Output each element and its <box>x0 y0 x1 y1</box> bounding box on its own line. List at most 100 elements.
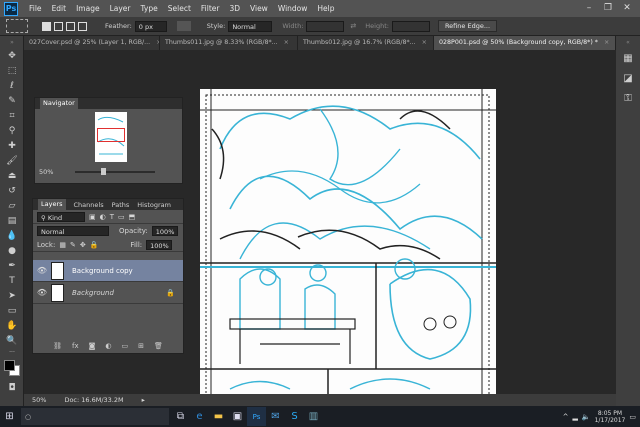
task-view-icon[interactable]: ⧉ <box>171 407 190 426</box>
new-layer-icon[interactable]: ⊞ <box>138 342 144 353</box>
adjustment-filter-icon[interactable]: ◐ <box>100 213 106 221</box>
layer-style-icon[interactable]: fx <box>72 342 79 353</box>
menu-3d[interactable]: 3D <box>224 4 245 13</box>
menu-window[interactable]: Window <box>273 4 313 13</box>
tab-thumbs011[interactable]: Thumbs011.jpg @ 8.33% (RGB/8*... × <box>160 36 298 50</box>
navigator-zoom-slider[interactable] <box>75 168 155 175</box>
dock-collapse-icon[interactable]: « <box>616 36 640 48</box>
refine-edge-button[interactable]: Refine Edge... <box>437 20 498 32</box>
new-group-icon[interactable]: ▭ <box>122 342 129 353</box>
subtract-selection-icon[interactable] <box>66 21 75 31</box>
lock-position-icon[interactable]: ✥ <box>80 241 86 249</box>
menu-file[interactable]: File <box>24 4 47 13</box>
tab-channels[interactable]: Channels <box>74 201 104 209</box>
type-filter-icon[interactable]: T <box>110 213 114 221</box>
mail-icon[interactable]: ✉ <box>266 407 285 426</box>
history-panel-icon[interactable]: ▦ <box>616 48 640 68</box>
tab-028p001[interactable]: 028P001.psd @ 50% (Background copy, RGB/… <box>434 36 616 50</box>
more-tools-icon[interactable]: ··· <box>0 348 24 356</box>
adjustments-panel-icon[interactable]: ◪ <box>616 68 640 88</box>
blend-mode-select[interactable]: Normal <box>37 226 109 236</box>
new-selection-icon[interactable] <box>42 21 51 31</box>
add-selection-icon[interactable] <box>54 21 63 31</box>
foreground-color-swatch[interactable] <box>4 360 15 371</box>
eraser-tool-icon[interactable]: ▱ <box>0 198 24 213</box>
toolbar-collapse-icon[interactable]: » <box>0 36 24 48</box>
minimize-button[interactable]: – <box>582 2 596 14</box>
visibility-eye-icon[interactable]: 👁 <box>33 288 51 297</box>
close-tab-icon[interactable]: × <box>422 36 427 50</box>
shape-filter-icon[interactable]: ▭ <box>118 213 125 221</box>
layer-name[interactable]: Background <box>72 289 114 297</box>
network-icon[interactable]: ▂ <box>573 413 578 421</box>
opacity-input[interactable]: 100% <box>151 226 178 236</box>
status-menu-icon[interactable]: ▸ <box>142 396 145 404</box>
shape-tool-icon[interactable]: ▭ <box>0 303 24 318</box>
menu-type[interactable]: Type <box>136 4 163 13</box>
notifications-icon[interactable]: ▭ <box>629 413 636 421</box>
navigator-view-box[interactable] <box>97 128 125 142</box>
color-swatches[interactable] <box>0 356 24 380</box>
tab-histogram[interactable]: Histogram <box>137 201 171 209</box>
link-layers-icon[interactable]: ⛓ <box>53 342 62 353</box>
menu-edit[interactable]: Edit <box>47 4 72 13</box>
lock-pixels-icon[interactable]: ✎ <box>70 241 76 249</box>
quick-selection-tool-icon[interactable]: ✎ <box>0 93 24 108</box>
skype-icon[interactable]: S <box>285 407 304 426</box>
lasso-tool-icon[interactable]: ℓ <box>0 78 24 93</box>
width-input[interactable] <box>306 20 345 32</box>
menu-help[interactable]: Help <box>312 4 339 13</box>
quick-mask-icon[interactable]: ◘ <box>0 380 24 395</box>
swap-icon[interactable]: ⇄ <box>350 22 356 30</box>
menu-image[interactable]: Image <box>71 4 105 13</box>
tab-layers[interactable]: Layers <box>38 199 66 210</box>
file-explorer-icon[interactable]: ▬ <box>209 407 228 426</box>
add-mask-icon[interactable]: ◙ <box>89 342 96 353</box>
delete-layer-icon[interactable]: 🗑 <box>154 342 163 353</box>
hand-tool-icon[interactable]: ✋ <box>0 318 24 333</box>
tab-thumbs012[interactable]: Thumbs012.jpg @ 16.7% (RGB/8*... × <box>298 36 434 50</box>
app-icon[interactable]: ▥ <box>304 407 323 426</box>
navigator-thumbnail[interactable] <box>95 112 127 162</box>
tray-up-arrow-icon[interactable]: ^ <box>563 413 569 421</box>
layer-row-background[interactable]: 👁 Background 🔒 <box>33 282 183 304</box>
style-select[interactable]: Normal <box>228 20 273 32</box>
clock[interactable]: 8:05 PM 1/17/2017 <box>595 410 626 424</box>
restore-button[interactable]: ❐ <box>601 2 615 14</box>
close-tab-icon[interactable]: × <box>604 36 609 50</box>
crop-tool-icon[interactable]: ⌗ <box>0 108 24 123</box>
anti-alias-checkbox[interactable] <box>176 21 191 31</box>
path-selection-tool-icon[interactable]: ➤ <box>0 288 24 303</box>
close-window-button[interactable]: ✕ <box>620 2 634 14</box>
menu-layer[interactable]: Layer <box>105 4 136 13</box>
volume-icon[interactable]: 🔈 <box>582 413 591 421</box>
visibility-eye-icon[interactable]: 👁 <box>33 266 51 275</box>
adjustment-layer-icon[interactable]: ◐ <box>105 342 111 353</box>
clone-stamp-tool-icon[interactable]: ⏏ <box>0 168 24 183</box>
lock-all-icon[interactable]: 🔒 <box>90 241 99 249</box>
menu-filter[interactable]: Filter <box>196 4 225 13</box>
navigator-tab[interactable]: Navigator <box>40 98 78 109</box>
eyedropper-tool-icon[interactable]: ⚲ <box>0 123 24 138</box>
photoshop-taskbar-icon[interactable]: Ps <box>247 407 266 426</box>
windows-start-icon[interactable]: ⊞ <box>0 407 19 426</box>
healing-brush-tool-icon[interactable]: ✚ <box>0 138 24 153</box>
height-input[interactable] <box>391 20 430 32</box>
gradient-tool-icon[interactable]: ▤ <box>0 213 24 228</box>
dodge-tool-icon[interactable]: ● <box>0 243 24 258</box>
close-tab-icon[interactable]: × <box>284 36 289 50</box>
feather-input[interactable]: 0 px <box>134 20 167 32</box>
menu-select[interactable]: Select <box>163 4 196 13</box>
edge-browser-icon[interactable]: e <box>190 407 209 426</box>
marquee-tool-preset-icon[interactable] <box>6 19 28 33</box>
marquee-tool-icon[interactable]: ⬚ <box>0 63 24 78</box>
kind-filter-select[interactable]: ⚲ Kind <box>37 211 85 222</box>
brush-tool-icon[interactable]: 🖌 <box>0 153 24 168</box>
history-brush-tool-icon[interactable]: ↺ <box>0 183 24 198</box>
smart-object-filter-icon[interactable]: ⬒ <box>129 213 136 221</box>
pixel-filter-icon[interactable]: ▣ <box>89 213 96 221</box>
type-tool-icon[interactable]: T <box>0 273 24 288</box>
layer-name[interactable]: Background copy <box>72 267 133 275</box>
document-canvas[interactable] <box>200 89 496 394</box>
zoom-tool-icon[interactable]: 🔍 <box>0 333 24 348</box>
